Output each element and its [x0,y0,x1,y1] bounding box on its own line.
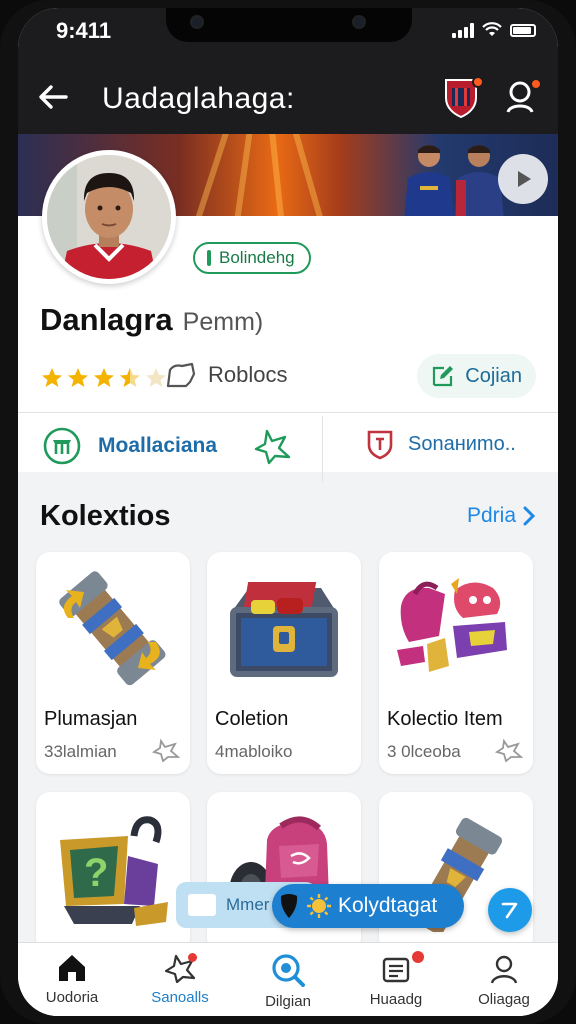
shield-icon [367,430,393,460]
status-badge: Bolindehg [193,242,311,274]
app-bar: Uadaglahaga: [18,60,558,134]
divider [322,416,323,482]
rating-stars [40,366,168,390]
tab-profile[interactable]: Oliagag [450,943,558,1016]
profile-card: Bolindehg Danlagra Pemm) Roblocs Cojian … [18,150,558,482]
star-icon [42,368,62,387]
roblocs-link[interactable]: Roblocs [164,360,287,390]
accessories-item-image [397,578,507,672]
list-icon [382,957,410,983]
status-badge-label: Bolindehg [219,248,295,267]
status-time: 9:411 [56,18,112,43]
sonahomo-link[interactable]: Sonaниmo.. [366,428,516,460]
profile-name-row: Danlagra Pemm) [40,302,263,338]
guitar-pick-icon [280,894,298,918]
user-icon [490,955,518,984]
status-indicator [207,250,211,266]
sonahomo-label: Sonaниmo.. [408,432,516,455]
primary-pill-label: Kolydtagat [338,894,438,917]
play-button[interactable] [498,154,548,204]
see-all-label: Pdria [466,504,516,527]
play-icon [518,171,531,187]
page-title: Uadaglahaga: [102,82,295,115]
hat-icon [166,362,196,388]
arrow-left-icon [39,85,68,109]
star-icon [68,368,88,387]
notch [166,8,412,42]
star-outline-icon [495,738,523,762]
tab-label: Oliagag [478,991,530,1008]
avatar-image [47,155,171,279]
notification-dot [188,953,197,962]
back-button[interactable] [36,80,70,114]
tab-label: Sanoalls [151,989,209,1006]
star-outline-icon [254,429,291,465]
see-all-link[interactable]: Pdria [467,504,536,528]
scroll-item-image [59,571,166,686]
profile-name: Danlagra [40,302,173,337]
edit-icon [433,366,454,387]
secondary-pill-label: Mmer [226,895,270,914]
star-half-icon [120,368,140,387]
status-icons [452,22,536,38]
star-outline-icon [152,738,180,762]
badge-icon [43,427,81,465]
edit-profile-label: Cojian [465,364,522,387]
tab-label: Dilgian [265,993,311,1010]
tab-label: Uodoria [45,989,99,1006]
primary-pill-button[interactable]: Kolydtagat [272,884,464,928]
moallaciana-link[interactable]: Moallaciana [42,426,293,466]
chevron-right-icon [523,506,536,526]
notification-dot [530,78,542,90]
battery-icon [510,23,536,37]
search-icon [272,954,305,987]
puzzle-item-image: ? [60,816,168,926]
sun-icon [307,894,331,918]
tab-huaadg[interactable]: Huaadg [342,943,450,1016]
notification-dot [412,951,424,963]
arrow-icon [501,902,518,919]
roblocs-label: Roblocs [208,362,288,387]
tab-home[interactable]: Uodoria [18,943,126,1016]
tab-label: Huaadg [369,991,423,1008]
card-icon [188,894,216,916]
card-subtitle: 33lalmian [44,742,117,761]
notification-dot [472,76,484,88]
bottom-tab-bar: Uodoria Sanoalls Dilgian Huaadg Oliagag [18,942,558,1016]
collection-card[interactable]: ? [36,792,190,952]
signal-icon [452,22,474,38]
section-title: Kolextios [40,500,171,532]
moallaciana-label: Moallaciana [98,434,218,457]
team-badge-button[interactable] [442,76,484,119]
card-title: Plumasjan [44,708,138,730]
svg-text:?: ? [84,851,108,895]
card-title: Coletion [215,708,289,730]
chest-item-image [230,582,338,677]
account-button[interactable] [502,76,542,116]
collection-card[interactable] [207,792,361,952]
collection-card[interactable]: Kolectio Item 3 0lceoba [379,552,533,774]
wifi-icon [482,22,502,36]
profile-subname: Pemm) [182,308,264,336]
screen: 9:411 Uadaglahaga: Bolindehg Danlagra Pe… [18,8,558,1016]
collection-card[interactable]: Plumasjan 33lalmian [36,552,190,774]
sensor-icon [190,15,204,29]
collection-card[interactable]: Coletion 4mabloiko [207,552,361,774]
divider [18,412,558,413]
status-bar: 9:411 [18,8,558,60]
floating-action-button[interactable] [488,888,532,932]
card-subtitle: 3 0lceoba [387,742,461,761]
card-subtitle: 4mabloiko [215,742,293,761]
tab-dilgian[interactable]: Dilgian [234,943,342,1016]
edit-profile-button[interactable]: Cojian [417,354,536,398]
phone-frame: 9:411 Uadaglahaga: Bolindehg Danlagra Pe… [0,0,576,1024]
avatar[interactable] [42,150,176,284]
star-icon [94,368,114,387]
tab-sanoalls[interactable]: Sanoalls [126,943,234,1016]
home-icon [59,955,85,981]
camera-icon [352,15,366,29]
card-title: Kolectio Item [387,708,503,730]
